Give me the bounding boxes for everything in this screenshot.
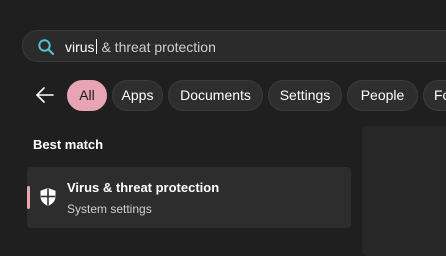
best-match-result[interactable]: Virus & threat protection System setting… (27, 167, 351, 228)
preview-panel (362, 126, 446, 256)
search-input[interactable]: virus & threat protection (65, 38, 216, 56)
shield-icon (40, 188, 56, 206)
result-subtitle: System settings (67, 202, 152, 216)
search-autocomplete-text: & threat protection (97, 39, 216, 55)
best-match-heading: Best match (33, 137, 104, 152)
filter-chip-all[interactable]: All (67, 80, 107, 111)
back-arrow-icon[interactable] (34, 84, 56, 106)
result-title: Virus & threat protection (67, 180, 220, 195)
filter-chip-apps[interactable]: Apps (112, 80, 163, 111)
search-icon (38, 39, 55, 56)
selection-indicator (27, 186, 30, 209)
search-typed-text: virus (65, 39, 95, 55)
text-caret (95, 39, 97, 54)
search-box[interactable]: virus & threat protection (22, 30, 446, 62)
filter-chip-settings[interactable]: Settings (268, 80, 342, 111)
filter-chip-people[interactable]: People (347, 80, 418, 111)
filter-chips: All Apps Documents Settings People Fo (67, 80, 446, 111)
filter-chip-folders[interactable]: Fo (423, 80, 446, 111)
filter-chip-documents[interactable]: Documents (168, 80, 263, 111)
